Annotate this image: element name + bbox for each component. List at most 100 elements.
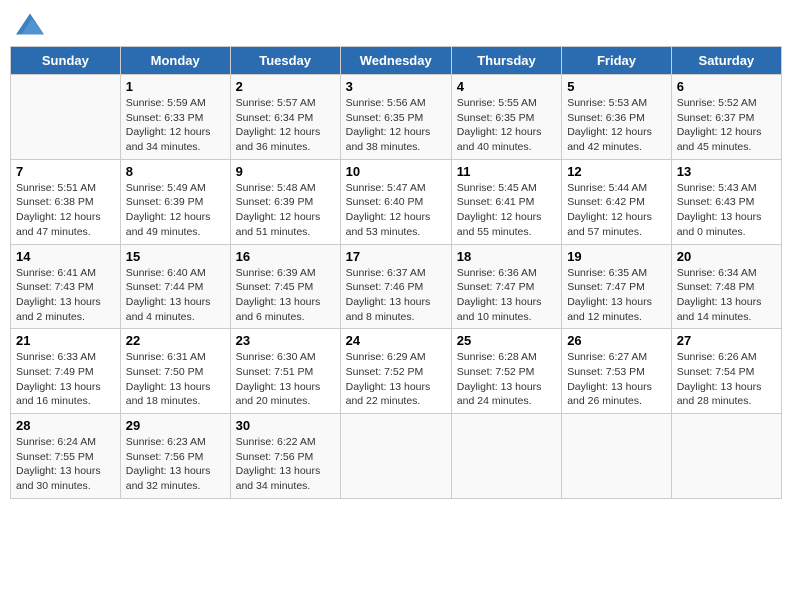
day-number: 18 <box>457 249 556 264</box>
day-detail: Sunrise: 5:45 AMSunset: 6:41 PMDaylight:… <box>457 181 556 240</box>
calendar-cell: 22Sunrise: 6:31 AMSunset: 7:50 PMDayligh… <box>120 329 230 414</box>
day-number: 17 <box>346 249 446 264</box>
calendar-cell: 11 Sunrise: 5:45 AMSunset: 6:41 PMDayligh… <box>451 159 561 244</box>
day-number: 29 <box>126 418 225 433</box>
day-number: 1 <box>126 79 225 94</box>
day-number: 11 <box>457 164 556 179</box>
day-number: 16 <box>236 249 335 264</box>
calendar-cell: 3Sunrise: 5:56 AMSunset: 6:35 PMDaylight… <box>340 75 451 160</box>
day-number: 22 <box>126 333 225 348</box>
calendar-cell: 29 Sunrise: 6:23 AMSunset: 7:56 PMDayligh… <box>120 414 230 499</box>
calendar-cell <box>562 414 672 499</box>
calendar-cell: 25Sunrise: 6:28 AMSunset: 7:52 PMDayligh… <box>451 329 561 414</box>
calendar-cell: 27 Sunrise: 6:26 AMSunset: 7:54 PMDayligh… <box>671 329 781 414</box>
day-number: 7 <box>16 164 115 179</box>
day-detail: Sunrise: 6:30 AMSunset: 7:51 PMDaylight:… <box>236 350 335 409</box>
calendar-cell: 13 Sunrise: 5:43 AMSunset: 6:43 PMDayligh… <box>671 159 781 244</box>
calendar-cell: 12 Sunrise: 5:44 AMSunset: 6:42 PMDayligh… <box>562 159 672 244</box>
day-number: 13 <box>677 164 776 179</box>
calendar-cell: 7 Sunrise: 5:51 AMSunset: 6:38 PMDaylight… <box>11 159 121 244</box>
day-number: 21 <box>16 333 115 348</box>
calendar-cell: 14 Sunrise: 6:41 AMSunset: 7:43 PMDayligh… <box>11 244 121 329</box>
day-detail: Sunrise: 6:22 AMSunset: 7:56 PMDaylight:… <box>236 435 335 494</box>
calendar-cell: 8 Sunrise: 5:49 AMSunset: 6:39 PMDaylight… <box>120 159 230 244</box>
day-detail: Sunrise: 6:36 AMSunset: 7:47 PMDaylight:… <box>457 266 556 325</box>
calendar-week-1: 1 Sunrise: 5:59 AMSunset: 6:33 PMDaylight… <box>11 75 782 160</box>
day-detail: Sunrise: 6:24 AMSunset: 7:55 PMDaylight:… <box>16 435 115 494</box>
day-header-wednesday: Wednesday <box>340 47 451 75</box>
day-detail: Sunrise: 5:44 AMSunset: 6:42 PMDaylight:… <box>567 181 666 240</box>
day-number: 9 <box>236 164 335 179</box>
calendar-cell: 2 Sunrise: 5:57 AMSunset: 6:34 PMDaylight… <box>230 75 340 160</box>
day-number: 19 <box>567 249 666 264</box>
calendar-cell: 4 Sunrise: 5:55 AMSunset: 6:35 PMDaylight… <box>451 75 561 160</box>
day-header-thursday: Thursday <box>451 47 561 75</box>
calendar-cell: 18 Sunrise: 6:36 AMSunset: 7:47 PMDayligh… <box>451 244 561 329</box>
day-number: 15 <box>126 249 225 264</box>
calendar-cell: 1 Sunrise: 5:59 AMSunset: 6:33 PMDaylight… <box>120 75 230 160</box>
day-number: 23 <box>236 333 335 348</box>
calendar-week-3: 14 Sunrise: 6:41 AMSunset: 7:43 PMDayligh… <box>11 244 782 329</box>
logo <box>14 10 50 38</box>
day-number: 5 <box>567 79 666 94</box>
calendar-week-2: 7 Sunrise: 5:51 AMSunset: 6:38 PMDaylight… <box>11 159 782 244</box>
day-number: 2 <box>236 79 335 94</box>
calendar-cell <box>11 75 121 160</box>
day-detail: Sunrise: 5:49 AMSunset: 6:39 PMDaylight:… <box>126 181 225 240</box>
day-detail: Sunrise: 5:53 AMSunset: 6:36 PMDaylight:… <box>567 96 666 155</box>
day-number: 12 <box>567 164 666 179</box>
day-detail: Sunrise: 6:27 AMSunset: 7:53 PMDaylight:… <box>567 350 666 409</box>
day-detail: Sunrise: 5:55 AMSunset: 6:35 PMDaylight:… <box>457 96 556 155</box>
day-detail: Sunrise: 6:29 AMSunset: 7:52 PMDaylight:… <box>346 350 446 409</box>
calendar-week-4: 21 Sunrise: 6:33 AMSunset: 7:49 PMDayligh… <box>11 329 782 414</box>
calendar-cell: 10Sunrise: 5:47 AMSunset: 6:40 PMDayligh… <box>340 159 451 244</box>
calendar-cell <box>340 414 451 499</box>
day-number: 8 <box>126 164 225 179</box>
calendar-cell: 15 Sunrise: 6:40 AMSunset: 7:44 PMDayligh… <box>120 244 230 329</box>
day-detail: Sunrise: 6:39 AMSunset: 7:45 PMDaylight:… <box>236 266 335 325</box>
day-number: 27 <box>677 333 776 348</box>
day-number: 10 <box>346 164 446 179</box>
day-number: 6 <box>677 79 776 94</box>
day-detail: Sunrise: 5:48 AMSunset: 6:39 PMDaylight:… <box>236 181 335 240</box>
day-detail: Sunrise: 6:23 AMSunset: 7:56 PMDaylight:… <box>126 435 225 494</box>
day-detail: Sunrise: 6:34 AMSunset: 7:48 PMDaylight:… <box>677 266 776 325</box>
day-number: 4 <box>457 79 556 94</box>
day-detail: Sunrise: 6:40 AMSunset: 7:44 PMDaylight:… <box>126 266 225 325</box>
day-number: 14 <box>16 249 115 264</box>
day-number: 26 <box>567 333 666 348</box>
calendar-cell: 5 Sunrise: 5:53 AMSunset: 6:36 PMDaylight… <box>562 75 672 160</box>
calendar-cell: 17Sunrise: 6:37 AMSunset: 7:46 PMDayligh… <box>340 244 451 329</box>
day-header-saturday: Saturday <box>671 47 781 75</box>
day-detail: Sunrise: 5:51 AMSunset: 6:38 PMDaylight:… <box>16 181 115 240</box>
calendar-week-5: 28 Sunrise: 6:24 AMSunset: 7:55 PMDayligh… <box>11 414 782 499</box>
day-header-monday: Monday <box>120 47 230 75</box>
calendar-cell: 16 Sunrise: 6:39 AMSunset: 7:45 PMDayligh… <box>230 244 340 329</box>
calendar-cell <box>451 414 561 499</box>
day-detail: Sunrise: 6:35 AMSunset: 7:47 PMDaylight:… <box>567 266 666 325</box>
calendar-cell: 26 Sunrise: 6:27 AMSunset: 7:53 PMDayligh… <box>562 329 672 414</box>
calendar-cell: 24 Sunrise: 6:29 AMSunset: 7:52 PMDayligh… <box>340 329 451 414</box>
day-number: 28 <box>16 418 115 433</box>
day-detail: Sunrise: 5:43 AMSunset: 6:43 PMDaylight:… <box>677 181 776 240</box>
day-detail: Sunrise: 5:59 AMSunset: 6:33 PMDaylight:… <box>126 96 225 155</box>
page-header <box>10 10 782 38</box>
day-detail: Sunrise: 6:33 AMSunset: 7:49 PMDaylight:… <box>16 350 115 409</box>
day-detail: Sunrise: 5:52 AMSunset: 6:37 PMDaylight:… <box>677 96 776 155</box>
day-header-sunday: Sunday <box>11 47 121 75</box>
calendar-cell: 19 Sunrise: 6:35 AMSunset: 7:47 PMDayligh… <box>562 244 672 329</box>
day-detail: Sunrise: 6:41 AMSunset: 7:43 PMDaylight:… <box>16 266 115 325</box>
calendar-cell: 6 Sunrise: 5:52 AMSunset: 6:37 PMDaylight… <box>671 75 781 160</box>
calendar-cell: 30Sunrise: 6:22 AMSunset: 7:56 PMDayligh… <box>230 414 340 499</box>
calendar-table: SundayMondayTuesdayWednesdayThursdayFrid… <box>10 46 782 499</box>
day-detail: Sunrise: 6:26 AMSunset: 7:54 PMDaylight:… <box>677 350 776 409</box>
logo-icon <box>14 10 46 38</box>
day-number: 25 <box>457 333 556 348</box>
calendar-cell: 23 Sunrise: 6:30 AMSunset: 7:51 PMDayligh… <box>230 329 340 414</box>
day-number: 24 <box>346 333 446 348</box>
calendar-header-row: SundayMondayTuesdayWednesdayThursdayFrid… <box>11 47 782 75</box>
day-detail: Sunrise: 5:57 AMSunset: 6:34 PMDaylight:… <box>236 96 335 155</box>
calendar-cell <box>671 414 781 499</box>
calendar-cell: 28 Sunrise: 6:24 AMSunset: 7:55 PMDayligh… <box>11 414 121 499</box>
calendar-cell: 20Sunrise: 6:34 AMSunset: 7:48 PMDayligh… <box>671 244 781 329</box>
